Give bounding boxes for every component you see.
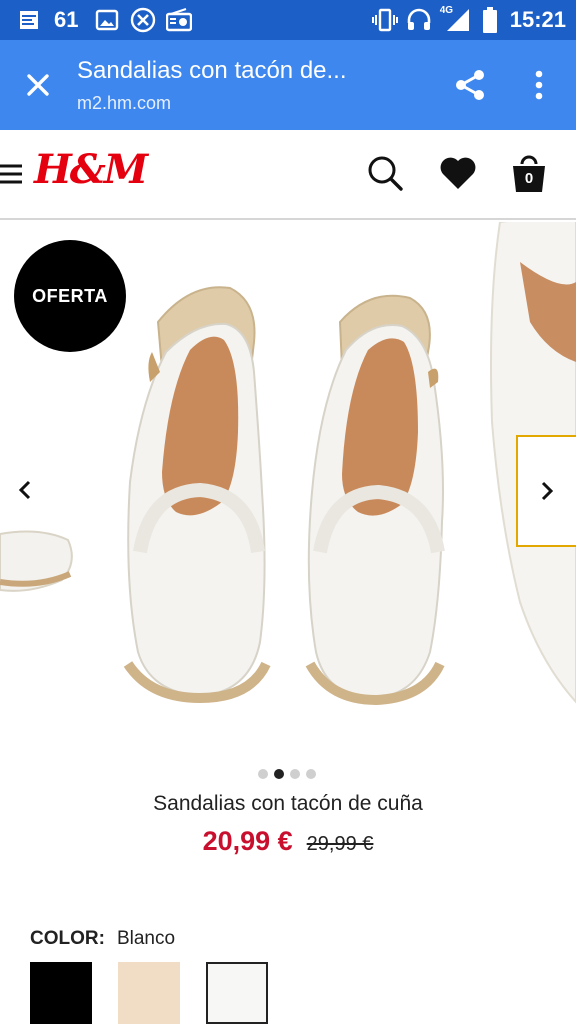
hm-logo[interactable]: H&M [34, 146, 148, 193]
headset-icon [406, 7, 432, 33]
blocked-icon [130, 7, 156, 33]
status-bar: 61 4G 15:21 [0, 0, 576, 40]
color-swatches [30, 962, 268, 1024]
carousel-dot[interactable] [258, 769, 268, 779]
product-image-carousel[interactable]: OFERTA [0, 222, 576, 752]
original-price: 29,99 € [306, 833, 374, 855]
chevron-left-icon [18, 480, 31, 500]
search-icon[interactable] [366, 154, 404, 192]
color-swatch-beige[interactable] [118, 962, 180, 1024]
network-type: 4G [439, 5, 454, 16]
favorites-heart-icon[interactable] [438, 154, 478, 192]
carousel-indicator [258, 769, 316, 779]
color-swatch-black[interactable] [30, 962, 92, 1024]
selected-color: Blanco [116, 928, 176, 949]
more-options-icon[interactable] [526, 67, 552, 103]
color-swatch-white[interactable] [206, 962, 268, 1024]
site-header: H&M 0 [0, 130, 576, 220]
vibrate-icon [371, 7, 398, 33]
color-selector-label: COLOR: Blanco [30, 928, 175, 950]
signal-icon: 4G [439, 5, 474, 33]
chevron-right-icon [541, 481, 554, 501]
battery-icon [482, 7, 498, 33]
browser-toolbar: Sandalias con tacón de... m2.hm.com [0, 40, 576, 130]
carousel-dot[interactable] [306, 769, 316, 779]
sim-icon [16, 7, 42, 33]
close-icon[interactable] [20, 67, 56, 103]
notification-count: 61 [54, 7, 79, 32]
page-url: m2.hm.com [77, 93, 172, 113]
previous-image-button[interactable] [0, 452, 50, 528]
product-name: Sandalias con tacón de cuña [153, 792, 423, 815]
clock: 15:21 [509, 7, 566, 32]
price-block: 20,99 € 29,99 € [0, 826, 576, 857]
cart-count: 0 [524, 170, 534, 187]
next-image-button[interactable] [516, 435, 576, 547]
offer-badge: OFERTA [14, 240, 126, 352]
share-icon[interactable] [452, 67, 488, 103]
menu-icon[interactable] [0, 163, 24, 185]
carousel-dot-active[interactable] [274, 769, 284, 779]
radio-icon [166, 7, 193, 33]
sale-price: 20,99 € [202, 826, 293, 856]
page-title: Sandalias con tacón de... [77, 57, 347, 84]
image-icon [94, 7, 120, 33]
carousel-dot[interactable] [290, 769, 300, 779]
color-label: COLOR: [30, 928, 105, 949]
